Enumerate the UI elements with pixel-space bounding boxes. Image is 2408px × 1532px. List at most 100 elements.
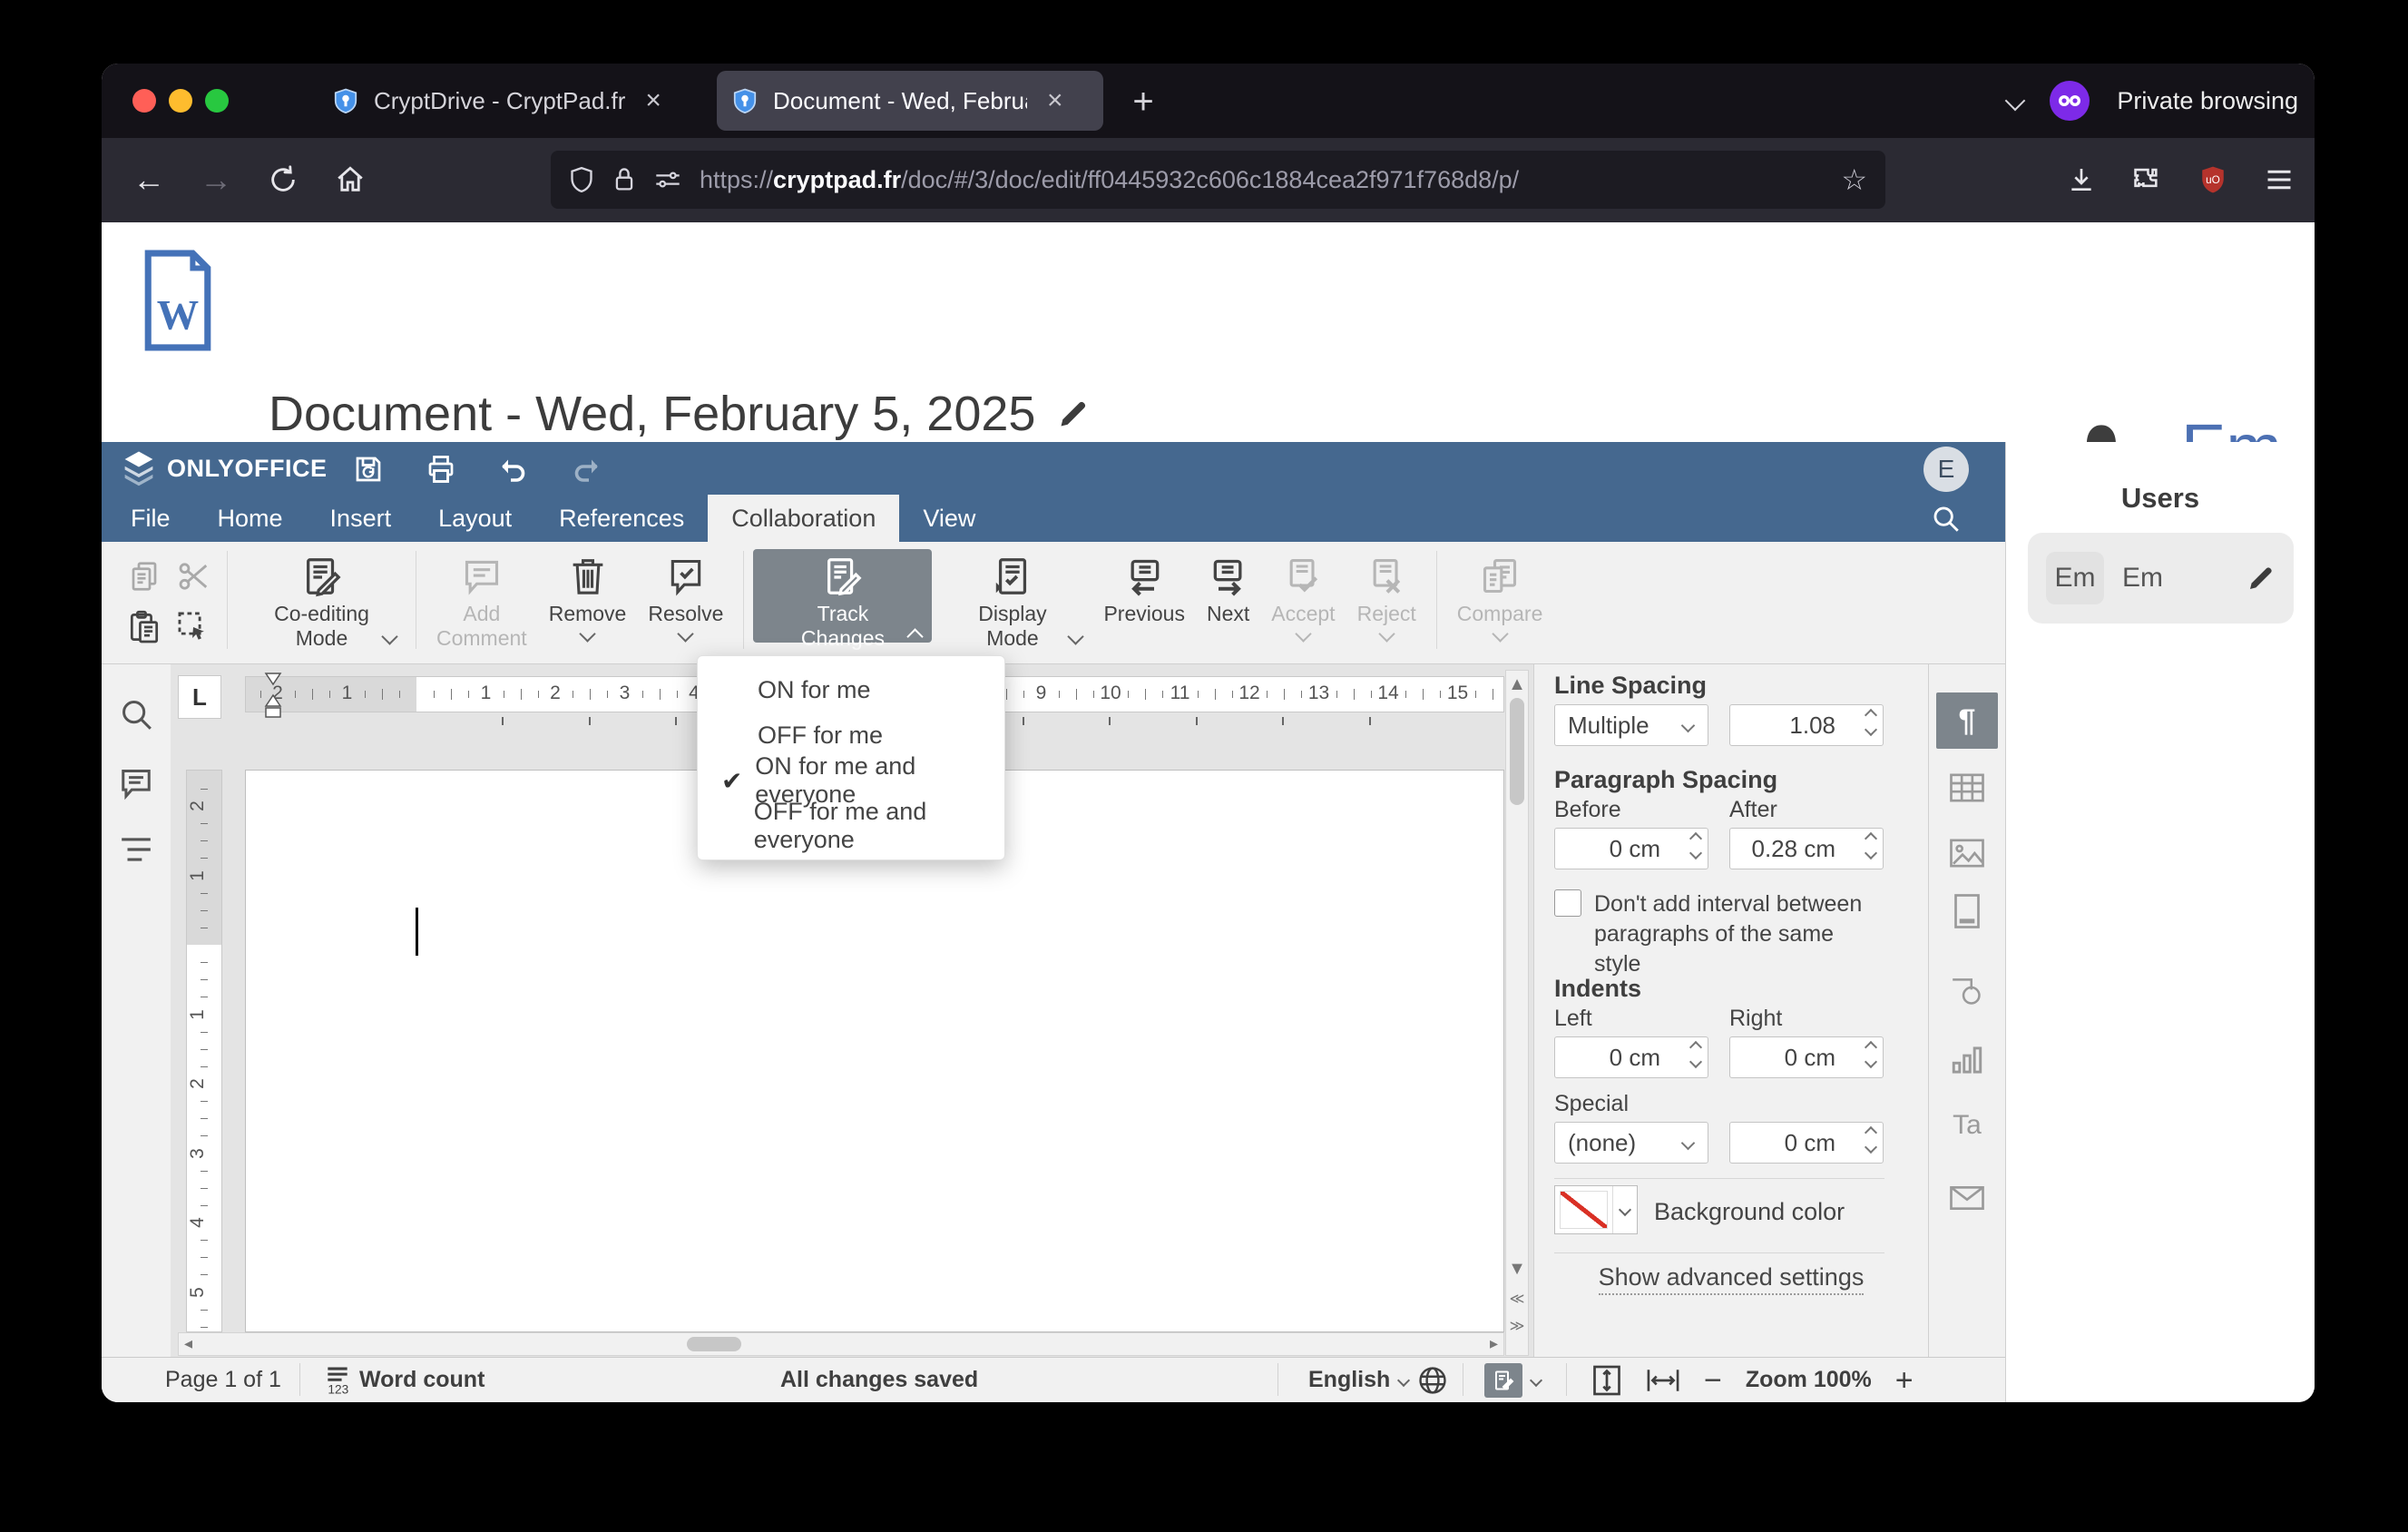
advanced-settings-link[interactable]: Show advanced settings bbox=[1534, 1263, 1928, 1295]
special-select[interactable]: (none) bbox=[1554, 1122, 1708, 1164]
track-changes-menu-item[interactable]: ✔ OFF for me bbox=[698, 712, 1004, 758]
menu-hamburger-icon[interactable] bbox=[2256, 156, 2303, 203]
vertical-scrollbar[interactable]: ▲ ▼ ≪ ≫ bbox=[1505, 670, 1529, 1356]
scroll-left-icon[interactable]: ◂ bbox=[184, 1334, 192, 1353]
menu-tab[interactable]: Home bbox=[194, 495, 307, 542]
rename-pencil-icon[interactable] bbox=[1057, 398, 1090, 430]
table-settings-icon[interactable] bbox=[1949, 772, 1985, 803]
forward-icon[interactable]: → bbox=[192, 156, 240, 203]
horizontal-scrollbar[interactable]: ◂ ▸ bbox=[178, 1332, 1504, 1356]
select-all-icon[interactable] bbox=[169, 602, 218, 653]
track-changes-menu-item[interactable]: ✔ OFF for me and everyone bbox=[698, 798, 1004, 853]
cut-icon[interactable] bbox=[169, 551, 218, 602]
find-icon[interactable] bbox=[119, 697, 153, 732]
tracking-protection-shield-icon[interactable] bbox=[569, 165, 594, 194]
tab-stop-selector[interactable]: L bbox=[178, 675, 221, 719]
vertical-scroll-thumb[interactable] bbox=[1510, 698, 1524, 805]
compare-button[interactable]: Compare bbox=[1446, 549, 1554, 643]
menu-tab[interactable]: References bbox=[535, 495, 708, 542]
close-window-button[interactable] bbox=[132, 89, 156, 113]
extensions-puzzle-icon[interactable] bbox=[2124, 156, 2171, 203]
scroll-down-icon[interactable]: ▼ bbox=[1506, 1259, 1528, 1280]
back-icon[interactable]: ← bbox=[125, 156, 172, 203]
word-count-button[interactable]: 123 Word count bbox=[325, 1358, 485, 1402]
spacing-before-spinner[interactable]: 0 cm bbox=[1554, 828, 1708, 869]
reload-icon[interactable] bbox=[259, 156, 307, 203]
navigation-headings-icon[interactable] bbox=[119, 835, 153, 864]
track-changes-menu-item[interactable]: ✔ ON for me and everyone bbox=[698, 752, 1004, 808]
remove-comment-button[interactable]: Remove bbox=[538, 549, 638, 643]
line-spacing-value-spinner[interactable]: 1.08 bbox=[1729, 704, 1884, 746]
fit-width-icon[interactable] bbox=[1646, 1367, 1680, 1394]
scroll-right-icon[interactable]: ▸ bbox=[1490, 1334, 1498, 1353]
next-change-button[interactable]: Next bbox=[1196, 549, 1260, 626]
reject-change-button[interactable]: Reject bbox=[1346, 549, 1427, 643]
menu-tab[interactable]: File bbox=[107, 495, 194, 542]
close-tab-icon[interactable]: × bbox=[1047, 87, 1063, 114]
redo-icon[interactable] bbox=[566, 450, 606, 488]
vertical-ruler[interactable]: 21123456 bbox=[186, 770, 222, 1357]
line-spacing-select[interactable]: Multiple bbox=[1554, 704, 1708, 746]
textart-settings-icon[interactable]: Ta bbox=[1953, 1110, 1982, 1141]
next-page-button[interactable]: ≫ bbox=[1506, 1317, 1528, 1335]
permissions-icon[interactable] bbox=[654, 169, 681, 191]
connection-lock-icon[interactable] bbox=[612, 166, 636, 193]
mail-merge-icon[interactable] bbox=[1949, 1184, 1985, 1212]
display-mode-button[interactable]: Display Mode bbox=[932, 549, 1092, 650]
page-indicator[interactable]: Page 1 of 1 bbox=[165, 1358, 281, 1402]
resolve-comment-button[interactable]: Resolve bbox=[637, 549, 734, 643]
minimize-window-button[interactable] bbox=[169, 89, 192, 113]
close-tab-icon[interactable]: × bbox=[645, 87, 661, 114]
indent-left-spinner[interactable]: 0 cm bbox=[1554, 1036, 1708, 1078]
tab-document[interactable]: Document - Wed, February 5, 2025 × bbox=[717, 71, 1103, 131]
downloads-icon[interactable] bbox=[2058, 156, 2105, 203]
comments-icon[interactable] bbox=[118, 766, 154, 800]
background-color-picker[interactable] bbox=[1554, 1185, 1638, 1234]
shape-settings-icon[interactable] bbox=[1950, 976, 1984, 1007]
undo-icon[interactable] bbox=[494, 450, 533, 488]
spacing-after-spinner[interactable]: 0.28 cm bbox=[1729, 828, 1884, 869]
zoom-level[interactable]: Zoom 100% bbox=[1746, 1367, 1872, 1393]
track-changes-button[interactable]: Track Changes bbox=[753, 549, 933, 650]
accept-change-button[interactable]: Accept bbox=[1260, 549, 1346, 643]
menu-tab[interactable]: View bbox=[899, 495, 999, 542]
copy-icon[interactable] bbox=[120, 551, 169, 602]
maximize-window-button[interactable] bbox=[205, 89, 229, 113]
edit-name-pencil-icon[interactable] bbox=[2246, 564, 2276, 593]
editor-user-avatar[interactable]: E bbox=[1923, 447, 1969, 492]
indent-right-spinner[interactable]: 0 cm bbox=[1729, 1036, 1884, 1078]
home-icon[interactable] bbox=[327, 156, 374, 203]
url-bar[interactable]: https://cryptpad.fr/doc/#/3/doc/edit/ff0… bbox=[551, 151, 1885, 209]
indent-markers[interactable] bbox=[262, 672, 284, 719]
zoom-out-icon[interactable]: − bbox=[1704, 1365, 1722, 1396]
zoom-in-icon[interactable]: + bbox=[1895, 1365, 1914, 1396]
paragraph-settings-icon[interactable]: ¶ bbox=[1936, 692, 1998, 749]
tab-cryptdrive[interactable]: CryptDrive - CryptPad.fr × bbox=[318, 71, 702, 131]
image-settings-icon[interactable] bbox=[1949, 838, 1985, 869]
special-value-spinner[interactable]: 0 cm bbox=[1729, 1122, 1884, 1164]
track-changes-menu-item[interactable]: ✔ ON for me bbox=[698, 667, 1004, 712]
save-icon[interactable] bbox=[348, 450, 388, 488]
menu-tab[interactable]: Insert bbox=[307, 495, 416, 542]
header-footer-settings-icon[interactable] bbox=[1953, 893, 1982, 929]
menu-tab[interactable]: Collaboration bbox=[708, 495, 900, 542]
adblocker-shield-icon[interactable]: uO bbox=[2189, 156, 2237, 203]
track-changes-toggle[interactable] bbox=[1484, 1358, 1543, 1402]
list-all-tabs-icon[interactable] bbox=[2005, 90, 2026, 112]
fit-page-icon[interactable] bbox=[1591, 1364, 1622, 1397]
new-tab-button[interactable]: + bbox=[1121, 80, 1165, 123]
search-icon[interactable] bbox=[1931, 504, 1962, 535]
horizontal-scroll-thumb[interactable] bbox=[687, 1337, 741, 1351]
previous-change-button[interactable]: Previous bbox=[1092, 549, 1195, 626]
print-icon[interactable] bbox=[421, 450, 461, 488]
scroll-up-icon[interactable]: ▲ bbox=[1506, 674, 1528, 695]
add-comment-button[interactable]: Add Comment bbox=[426, 549, 538, 651]
menu-tab[interactable]: Layout bbox=[415, 495, 535, 542]
coediting-mode-button[interactable]: Co-editing Mode bbox=[237, 549, 406, 650]
same-style-checkbox[interactable] bbox=[1554, 889, 1581, 917]
previous-page-button[interactable]: ≪ bbox=[1506, 1290, 1528, 1308]
chart-settings-icon[interactable] bbox=[1951, 1044, 1983, 1076]
paste-icon[interactable] bbox=[120, 602, 169, 653]
language-selector[interactable]: English bbox=[1308, 1358, 1448, 1402]
bookmark-star-icon[interactable]: ☆ bbox=[1841, 162, 1867, 197]
